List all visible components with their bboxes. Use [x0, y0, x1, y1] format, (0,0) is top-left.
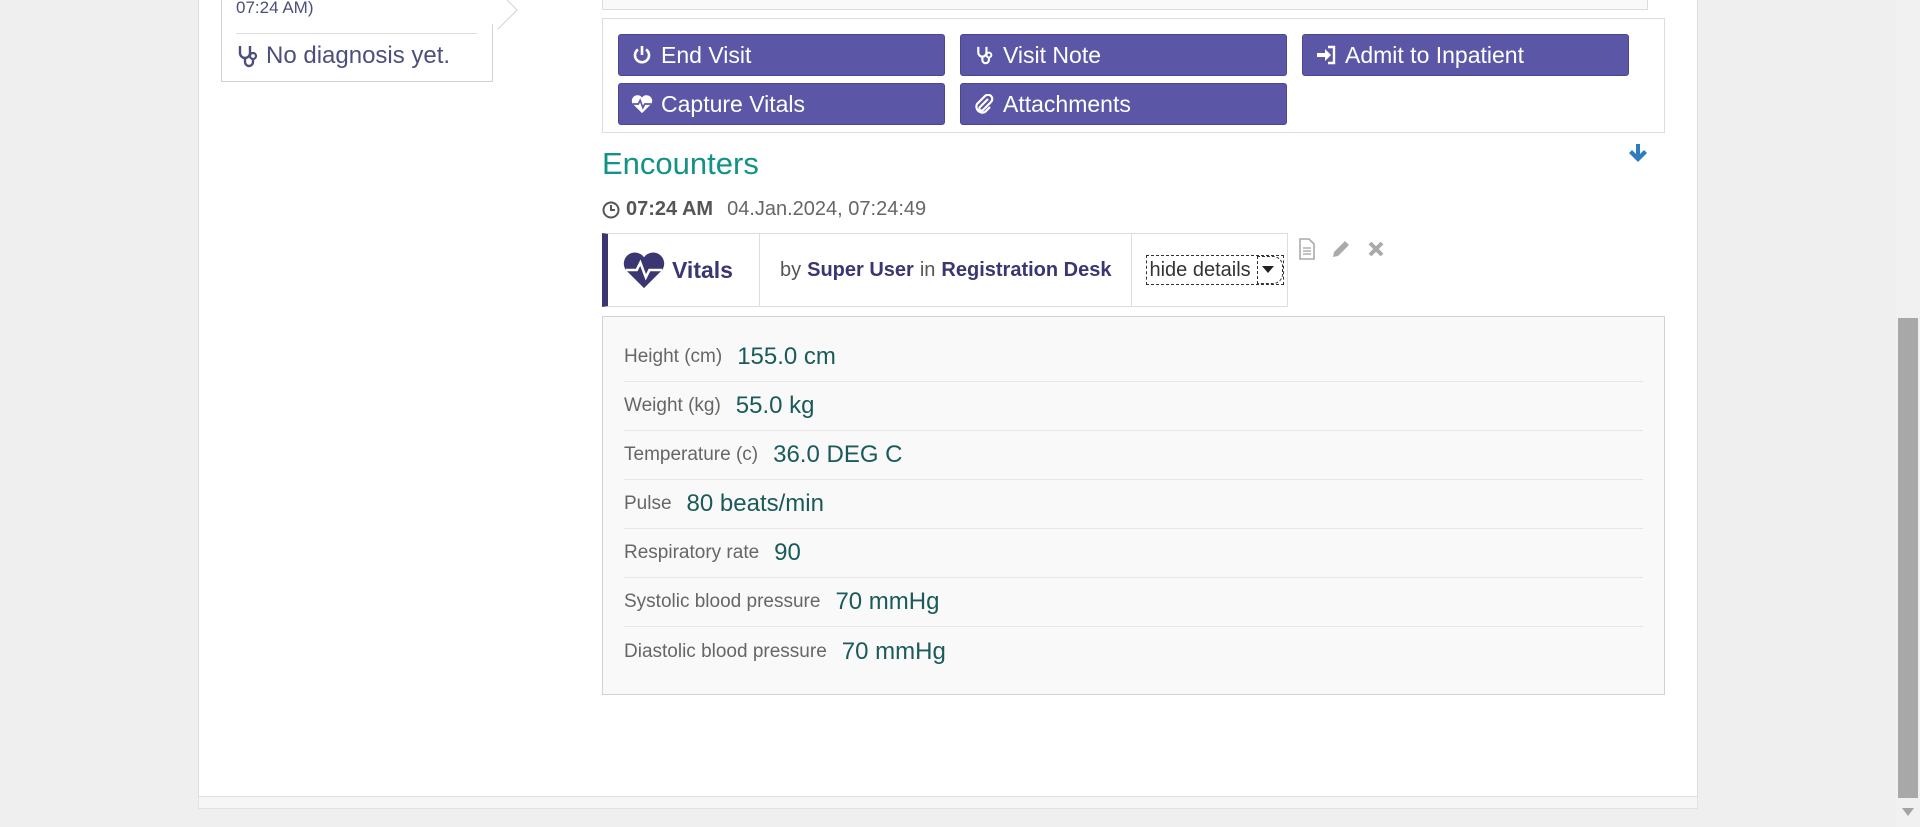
clock-icon [602, 201, 620, 218]
delete-icon[interactable] [1366, 238, 1386, 265]
vital-value: 70 mmHg [841, 637, 946, 665]
vital-row-systolic: Systolic blood pressure 70 mmHg [624, 578, 1643, 627]
vital-label: Systolic blood pressure [624, 591, 821, 612]
stethoscope-icon [238, 46, 258, 68]
vital-label: Height (cm) [624, 346, 723, 367]
diagnosis-visit-time: 07:24 AM) [236, 0, 314, 17]
sign-in-icon [1315, 45, 1337, 65]
encounter-time: 07:24 AM [626, 198, 714, 220]
pencil-icon[interactable] [1330, 238, 1352, 265]
encounter-type: Vitals [608, 234, 760, 306]
scrollbar-thumb[interactable] [1898, 318, 1918, 798]
vital-row-diastolic: Diastolic blood pressure 70 mmHg [624, 627, 1643, 676]
encounter-user: Super User [807, 258, 914, 281]
vital-row-respiratory-rate: Respiratory rate 90 [624, 529, 1643, 578]
no-diagnosis-text: No diagnosis yet. [266, 42, 451, 69]
encounter-datetime: 04.Jan.2024, 07:24:49 [727, 198, 927, 220]
stethoscope-icon [973, 45, 995, 65]
document-icon[interactable] [1298, 238, 1316, 265]
visit-note-label: Visit Note [1003, 41, 1102, 68]
details-toggle-cell: hide details [1132, 234, 1284, 306]
encounter-actions [1298, 238, 1386, 265]
admit-inpatient-label: Admit to Inpatient [1345, 41, 1524, 68]
vital-value: 80 beats/min [686, 490, 824, 517]
attachments-button[interactable]: Attachments [960, 83, 1287, 125]
by-prefix: by [780, 258, 802, 281]
caret-down-icon [1256, 256, 1283, 284]
vital-value: 155.0 cm [737, 343, 836, 370]
vitals-encounter-header: Vitals by Super User in Registration Des… [602, 233, 1288, 307]
encounters-title: Encounters [602, 146, 759, 181]
vital-value: 55.0 kg [735, 392, 815, 419]
encounter-location: Registration Desk [941, 258, 1112, 281]
vitals-details-panel: Height (cm) 155.0 cm Weight (kg) 55.0 kg… [602, 316, 1665, 695]
vital-value: 70 mmHg [835, 588, 940, 615]
hide-details-button[interactable]: hide details [1146, 255, 1284, 285]
vital-label: Diastolic blood pressure [624, 640, 827, 662]
scroll-down-arrow-icon[interactable] [1902, 808, 1914, 816]
arrow-down-icon[interactable] [1627, 142, 1649, 169]
page-bottom-edge [198, 797, 1698, 809]
encounter-provider-info: by Super User in Registration Desk [760, 234, 1133, 306]
vital-label: Weight (kg) [624, 395, 721, 416]
vital-label: Respiratory rate [624, 542, 760, 563]
heartbeat-icon [623, 252, 665, 289]
attachments-label: Attachments [1003, 90, 1131, 117]
end-visit-label: End Visit [661, 41, 752, 68]
vital-row-temperature: Temperature (c) 36.0 DEG C [624, 431, 1643, 480]
admit-inpatient-button[interactable]: Admit to Inpatient [1302, 34, 1629, 76]
hide-details-label: hide details [1149, 258, 1251, 281]
capture-vitals-label: Capture Vitals [661, 90, 806, 117]
vital-label: Pulse [624, 493, 672, 514]
vital-label: Temperature (c) [624, 444, 759, 465]
vital-row-weight: Weight (kg) 55.0 kg [624, 382, 1643, 431]
heartbeat-icon [631, 93, 653, 115]
vital-value: 36.0 DEG C [773, 441, 903, 468]
vital-row-pulse: Pulse 80 beats/min [624, 480, 1643, 529]
vital-value: 90 [774, 539, 801, 566]
diagnosis-divider [236, 33, 477, 34]
paperclip-icon [973, 94, 995, 114]
power-icon [631, 45, 653, 65]
in-word: in [919, 258, 936, 281]
encounter-type-label: Vitals [672, 256, 733, 283]
end-visit-button[interactable]: End Visit [618, 34, 945, 76]
capture-vitals-button[interactable]: Capture Vitals [618, 83, 945, 125]
top-panel-strip [602, 0, 1648, 10]
vital-row-height: Height (cm) 155.0 cm [624, 333, 1643, 382]
visit-note-button[interactable]: Visit Note [960, 34, 1287, 76]
diagnosis-line: No diagnosis yet. [236, 42, 450, 70]
encounter-date: 07:24 AM 04.Jan.2024, 07:24:49 [602, 198, 926, 221]
